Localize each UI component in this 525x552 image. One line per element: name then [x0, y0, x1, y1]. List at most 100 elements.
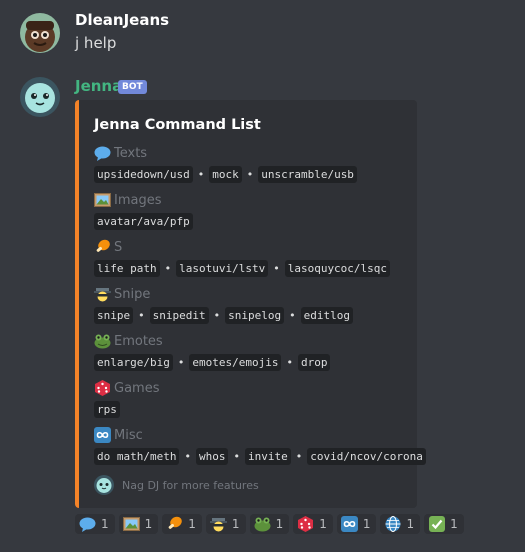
embed-title: Jenna Command List: [94, 117, 261, 133]
reaction-count: 1: [362, 517, 371, 531]
embed-footer: Nag DJ for more features: [94, 475, 259, 495]
reaction-count: 1: [319, 517, 327, 531]
command-code: snipelog: [225, 307, 285, 324]
reaction-infinity[interactable]: 1: [336, 514, 377, 534]
separator: •: [286, 356, 293, 369]
command-code: editlog: [300, 307, 353, 324]
command-code: rps: [94, 401, 120, 418]
field-name-snipe: Snipe: [93, 286, 150, 302]
command-code: lasotuvi/lstv: [176, 260, 269, 277]
spy-icon: [209, 516, 227, 532]
author-name[interactable]: DleanJeans: [75, 11, 169, 29]
infinity-icon: [340, 516, 358, 532]
reaction-count: 1: [188, 517, 196, 531]
command-code: snipe: [94, 307, 134, 324]
separator: •: [273, 262, 280, 275]
footer-avatar-icon: [94, 475, 114, 495]
field-values-texts: upsidedown/usd • mock • unscramble/usb: [94, 166, 357, 183]
field-label: Misc: [114, 427, 143, 443]
separator: •: [138, 309, 145, 322]
command-code: whos: [195, 448, 229, 465]
reaction-count: 1: [275, 517, 284, 531]
game-die-icon: [297, 516, 314, 532]
author-name-bot[interactable]: Jenna: [75, 77, 122, 95]
frog-icon: [254, 516, 271, 532]
reaction-speech-bubble[interactable]: 1: [75, 514, 115, 534]
reaction-count: 1: [450, 517, 458, 531]
command-code: enlarge/big: [94, 354, 173, 371]
command-code: invite: [244, 448, 291, 465]
separator: •: [164, 262, 172, 275]
speech-bubble-icon: [93, 145, 111, 161]
footer-text: Nag DJ for more features: [122, 478, 259, 492]
command-code: upsidedown/usd: [94, 166, 193, 183]
command-code: snipedit: [149, 307, 209, 324]
globe-icon: [384, 516, 401, 532]
command-code: emotes/emojis: [189, 354, 282, 371]
field-label: Texts: [114, 145, 148, 161]
separator: •: [295, 450, 303, 463]
field-values-s: life path • lasotuvi/lstv • lasoquycoc/lsq…: [94, 260, 391, 277]
field-name-images: Images: [93, 192, 162, 208]
reaction-check-mark[interactable]: 1: [424, 514, 464, 534]
reaction-meat[interactable]: 1: [162, 514, 202, 534]
infinity-icon: [93, 427, 111, 443]
frog-icon: [93, 333, 111, 349]
field-name-emotes: Emotes: [93, 333, 163, 349]
meat-icon: [93, 239, 111, 255]
reaction-count: 1: [406, 517, 415, 531]
field-name-texts: Texts: [93, 145, 147, 161]
field-values-emotes: enlarge/big • emotes/emojis • drop: [94, 354, 331, 371]
avatar-jenna[interactable]: [20, 77, 60, 117]
meat-icon: [166, 516, 183, 532]
command-code: lasoquycoc/lsqc: [284, 260, 391, 277]
game-die-icon: [93, 380, 111, 396]
command-code: covid/ncov/corona: [307, 448, 426, 465]
command-code: life path: [94, 260, 160, 277]
reactions-bar: 1 1 1 1 1 1 1 1 1: [75, 514, 464, 534]
field-label: Snipe: [114, 286, 151, 302]
command-code: do math/meth: [94, 448, 180, 465]
dleanjeans-avatar-icon: [20, 13, 60, 53]
separator: •: [213, 309, 221, 322]
separator: •: [184, 450, 191, 463]
reaction-spy[interactable]: 1: [205, 514, 246, 534]
reaction-count: 1: [101, 517, 109, 531]
command-code: drop: [297, 354, 331, 371]
field-name-misc: Misc: [93, 427, 143, 443]
reaction-count: 1: [231, 517, 240, 531]
embed: Jenna Command List Texts upsidedown/usd •…: [75, 100, 426, 508]
command-code: unscramble/usb: [258, 166, 357, 183]
separator: •: [233, 450, 240, 463]
field-label: Images: [114, 192, 162, 208]
command-code: mock: [209, 166, 242, 183]
field-values-games: rps: [94, 401, 120, 418]
speech-bubble-icon: [79, 516, 96, 532]
reaction-framed-picture[interactable]: 1: [118, 514, 159, 534]
jenna-avatar-icon: [20, 77, 60, 117]
reaction-frog[interactable]: 1: [249, 514, 290, 534]
reaction-globe[interactable]: 1: [380, 514, 421, 534]
bot-tag: BOT: [118, 80, 147, 94]
command-code: avatar/ava/pfp: [94, 213, 193, 230]
field-values-misc: do math/meth • whos • invite • covid/ncov/c…: [94, 448, 426, 465]
spy-icon: [93, 286, 111, 302]
field-label: Emotes: [114, 333, 163, 349]
field-values-images: avatar/ava/pfp: [94, 213, 193, 230]
field-label: Games: [114, 380, 160, 396]
separator: •: [289, 309, 296, 322]
field-name-games: Games: [93, 380, 159, 396]
reaction-game-die[interactable]: 1: [293, 514, 333, 534]
field-values-snipe: snipe • snipedit • snipelog • editlog: [94, 307, 353, 324]
separator: •: [246, 168, 254, 181]
separator: •: [197, 168, 205, 181]
reaction-count: 1: [144, 517, 153, 531]
framed-picture-icon: [93, 192, 111, 208]
field-label: S: [114, 239, 123, 255]
framed-picture-icon: [122, 516, 140, 532]
field-name-s: S: [93, 239, 122, 255]
check-mark-icon: [428, 516, 445, 532]
avatar-dleanjeans[interactable]: [20, 13, 60, 53]
message-content: j help: [75, 34, 117, 52]
separator: •: [177, 356, 185, 369]
